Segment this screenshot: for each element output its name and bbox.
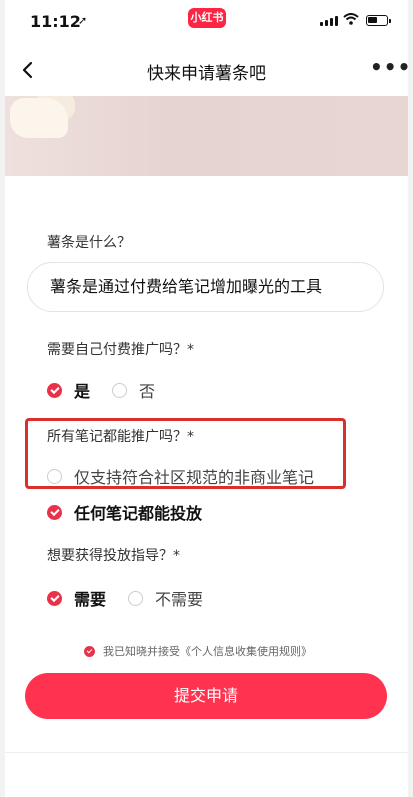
option-label: 需要 bbox=[74, 590, 107, 609]
radio-icon bbox=[112, 382, 127, 398]
divider bbox=[5, 752, 408, 753]
battery-icon bbox=[366, 15, 391, 26]
option-label: 否 bbox=[139, 382, 156, 401]
brand-badge: 小红书 bbox=[188, 8, 226, 28]
banner-decoration bbox=[10, 98, 68, 138]
banner-image bbox=[5, 96, 408, 176]
status-time: 11:12 bbox=[30, 12, 81, 31]
option-label: 不需要 bbox=[155, 590, 204, 609]
submit-button[interactable]: 提交申请 bbox=[25, 673, 387, 719]
highlight-box bbox=[25, 418, 346, 489]
answer-field[interactable]: 薯条是通过付费给笔记增加曝光的工具 bbox=[27, 262, 384, 312]
checked-icon bbox=[47, 382, 62, 398]
page-title: 快来申请薯条吧 bbox=[147, 64, 266, 84]
signal-icon bbox=[320, 16, 338, 26]
checked-icon bbox=[47, 504, 62, 520]
radio-icon bbox=[128, 590, 143, 606]
page: 11:12 ➚ 小红书 快来申请薯条吧 ••• 薯条是什么？ 薯条是通过付费给笔… bbox=[0, 0, 413, 797]
option-yes[interactable]: 是 bbox=[47, 378, 90, 402]
more-icon[interactable]: ••• bbox=[370, 57, 410, 82]
consent-checkbox[interactable]: 我已知晓并接受《个人信息收集使用规则》 bbox=[84, 643, 312, 659]
option-need[interactable]: 需要 bbox=[47, 586, 106, 610]
question-label: 薯条是什么？ bbox=[47, 235, 131, 251]
option-no[interactable]: 否 bbox=[112, 378, 155, 402]
question-label: 需要自己付费推广吗？* bbox=[47, 342, 194, 358]
option-any-note[interactable]: 任何笔记都能投放 bbox=[47, 500, 202, 524]
option-label: 是 bbox=[74, 382, 91, 401]
option-label: 任何笔记都能投放 bbox=[74, 504, 203, 523]
option-no-need[interactable]: 不需要 bbox=[128, 586, 203, 610]
question-label: 想要获得投放指导？* bbox=[47, 548, 180, 564]
checked-icon bbox=[84, 645, 95, 657]
status-bar: 11:12 ➚ 小红书 bbox=[0, 0, 413, 44]
consent-label: 我已知晓并接受《个人信息收集使用规则》 bbox=[103, 645, 312, 658]
checked-icon bbox=[47, 590, 62, 606]
nav-bar: 快来申请薯条吧 ••• bbox=[0, 48, 413, 92]
location-arrow-icon: ➚ bbox=[78, 14, 88, 27]
wifi-icon bbox=[343, 13, 359, 25]
